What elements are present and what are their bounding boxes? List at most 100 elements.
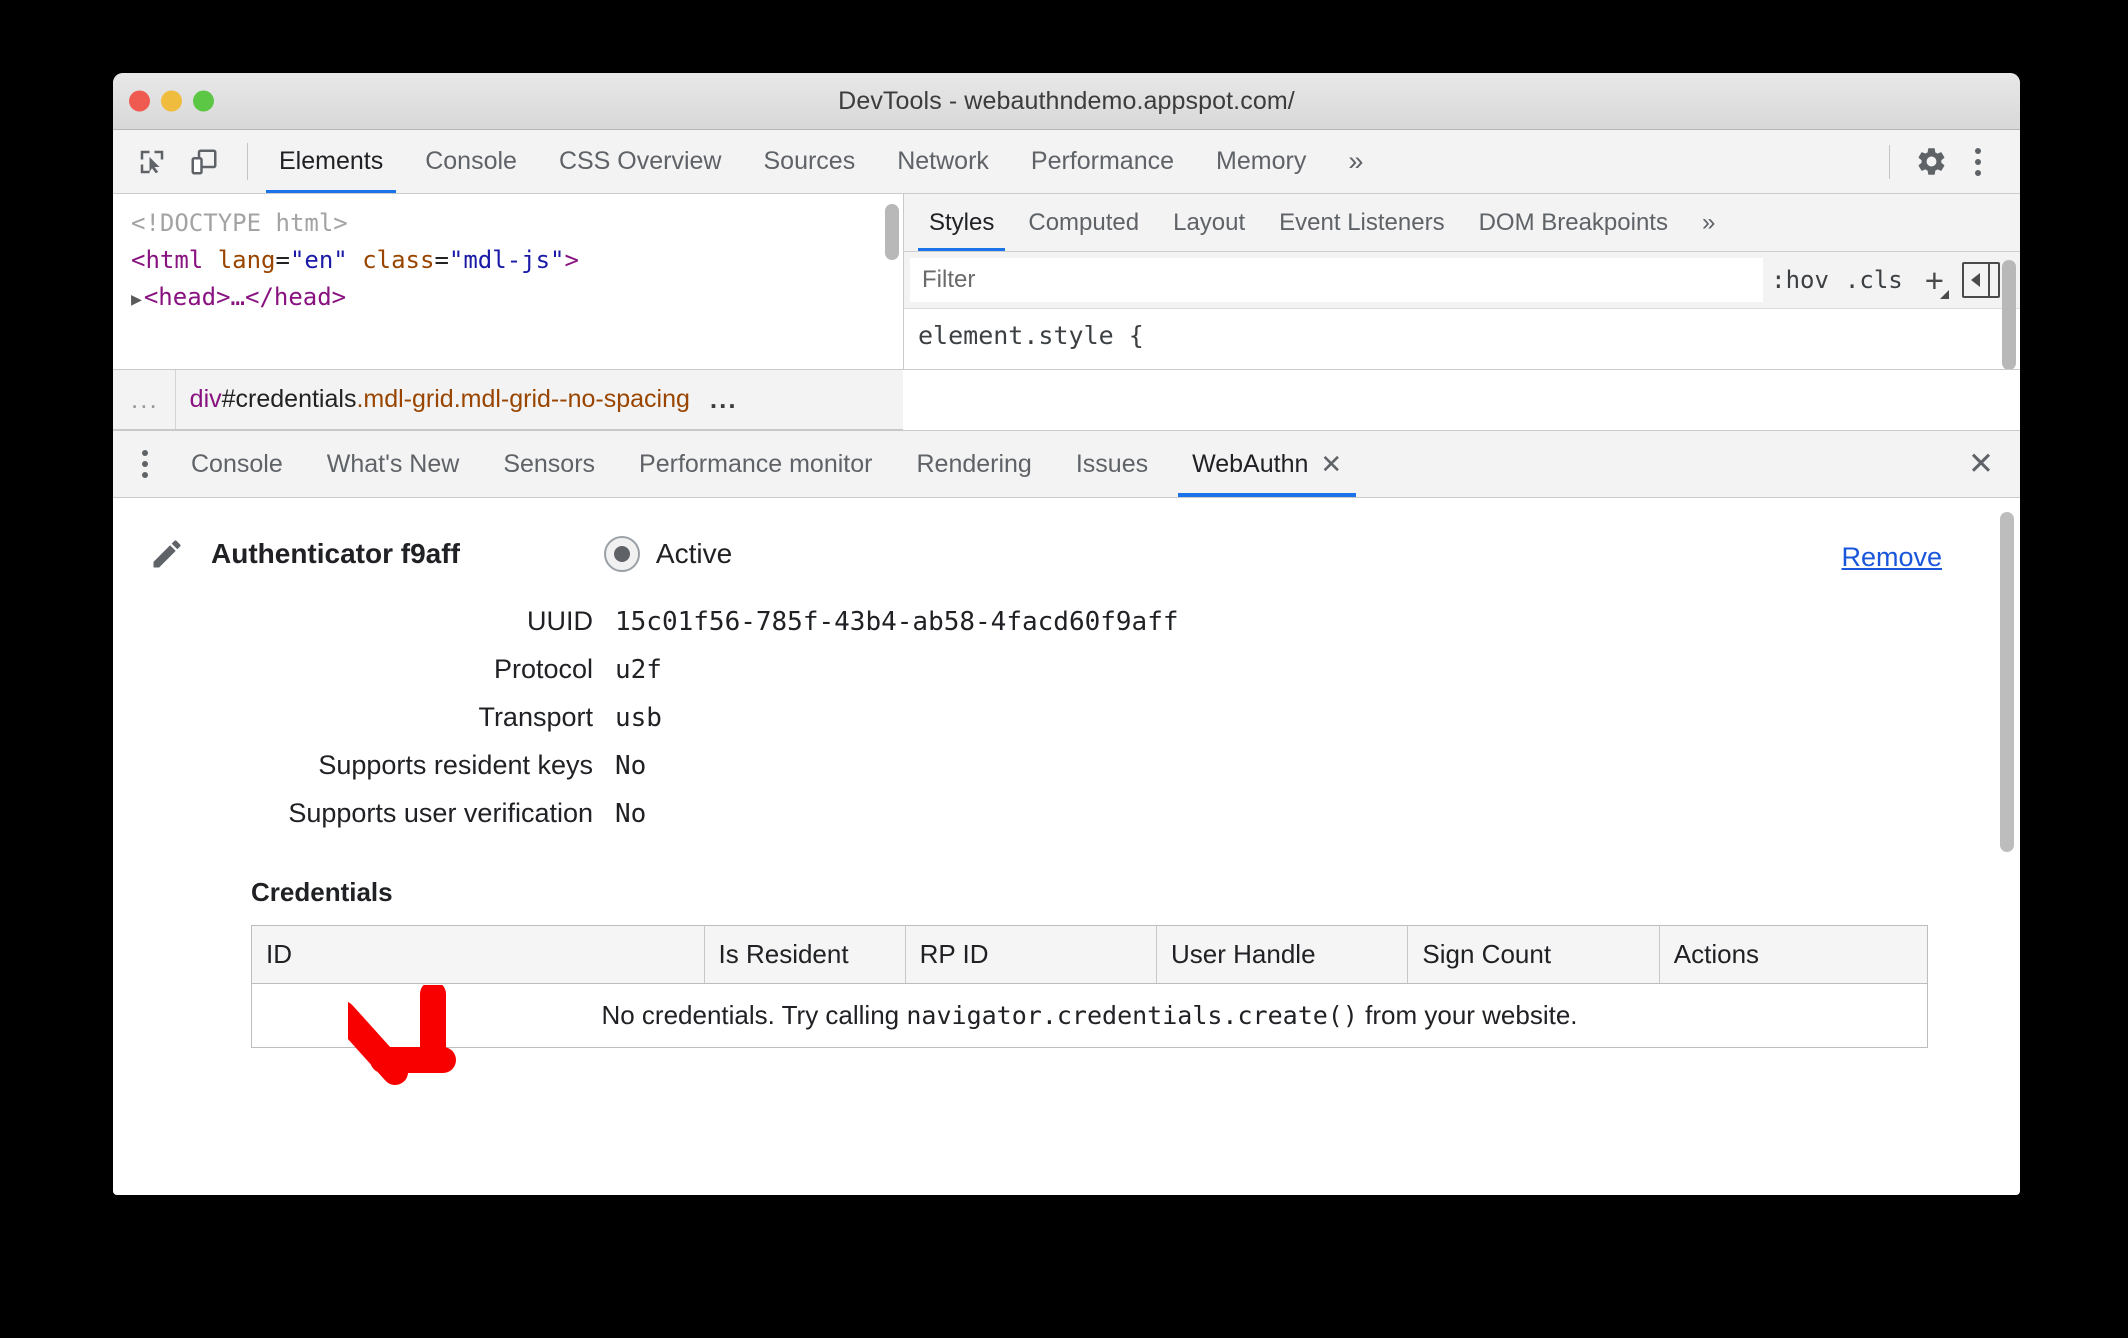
field-row-user-verification: Supports user verification No [113,798,2020,829]
tab-sources[interactable]: Sources [743,130,877,193]
drawer-tab-performance-monitor[interactable]: Performance monitor [617,431,894,497]
toggle-sidebar-icon[interactable] [1962,262,2000,298]
active-radio-group[interactable]: Active [603,536,733,572]
tab-event-listeners[interactable]: Event Listeners [1262,194,1461,251]
tab-styles[interactable]: Styles [912,194,1011,251]
html-attr-class-value: "mdl-js" [448,246,565,274]
drawer-tab-rendering-label: Rendering [916,449,1032,478]
dom-tree-pane[interactable]: <!DOCTYPE html> <html lang="en" class="m… [113,194,904,369]
empty-message-suffix: from your website. [1357,1000,1578,1030]
tab-elements[interactable]: Elements [258,130,404,193]
dom-line-head[interactable]: ▶<head>…</head> [131,283,346,311]
breadcrumb-filler [903,370,2020,430]
expand-triangle-icon[interactable]: ▶ [131,281,142,318]
element-classes-button[interactable]: .cls [1837,266,1911,294]
drawer-tab-sensors[interactable]: Sensors [481,431,617,497]
styles-more-tabs-button[interactable]: » [1685,194,1732,251]
dom-tree-scrollbar[interactable] [885,204,899,260]
tab-network-label: Network [897,147,989,175]
tab-layout[interactable]: Layout [1156,194,1262,251]
styles-scrollbar[interactable] [2002,260,2016,369]
drawer-tab-issues[interactable]: Issues [1054,431,1170,497]
tab-network[interactable]: Network [876,130,1010,193]
pencil-icon[interactable] [145,532,189,576]
main-tab-strip: Elements Console CSS Overview Sources Ne… [113,130,2020,194]
element-style-rule[interactable]: element.style { [904,309,2020,350]
column-header-rp-id[interactable]: RP ID [905,925,1158,984]
close-webauthn-tab-icon[interactable]: ✕ [1320,449,1342,480]
drawer-tab-sensors-label: Sensors [503,449,596,478]
hover-state-button[interactable]: :hov [1763,266,1837,294]
minimize-window-button[interactable] [161,90,182,112]
authenticator-header: Authenticator f9aff Active Remove [113,498,2020,576]
tab-memory-label: Memory [1216,147,1307,175]
column-header-sign-count[interactable]: Sign Count [1407,925,1660,984]
breadcrumb: ... div#credentials.mdl-grid.mdl-grid--n… [113,370,903,430]
breadcrumb-classes: .mdl-grid.mdl-grid--no-spacing [356,385,690,413]
drawer-tab-console[interactable]: Console [169,431,305,497]
tab-styles-label: Styles [929,208,995,236]
styles-filter-input[interactable] [910,258,1764,302]
field-row-transport: Transport usb [113,702,2020,733]
credentials-heading: Credentials [251,877,393,907]
breadcrumb-tag: div [189,385,222,413]
breadcrumb-id: #credentials [221,385,357,413]
dom-tree-code: <!DOCTYPE html> <html lang="en" class="m… [113,194,903,318]
maximize-window-button[interactable] [193,90,214,112]
tab-computed[interactable]: Computed [1011,194,1156,251]
dropdown-corner-icon [1940,289,1949,299]
drawer-tab-strip: Console What's New Sensors Performance m… [113,431,2020,498]
column-header-is-resident[interactable]: Is Resident [704,925,906,984]
new-style-rule-button[interactable]: + [1911,264,1954,299]
drawer-tab-whats-new-label: What's New [326,449,460,478]
breadcrumb-overflow-right[interactable]: ... [704,384,738,415]
toolbar-divider [247,143,248,180]
styles-filter-row: :hov .cls + [904,252,2020,309]
tab-layout-label: Layout [1173,208,1246,236]
tab-dom-breakpoints-label: DOM Breakpoints [1478,208,1668,236]
column-header-actions[interactable]: Actions [1659,925,1928,984]
drawer-tab-rendering[interactable]: Rendering [894,431,1053,497]
tab-dom-breakpoints[interactable]: DOM Breakpoints [1462,194,1685,251]
html-attr-class: class [362,246,435,274]
chevron-double-right-icon: » [1348,146,1364,176]
close-window-button[interactable] [129,90,150,112]
gear-icon[interactable] [1908,139,1954,185]
more-options-icon[interactable] [1954,147,2002,176]
column-header-id[interactable]: ID [251,925,705,984]
close-drawer-icon[interactable]: ✕ [1968,431,2020,497]
desktop-background: DevTools - webauthndemo.appspot.com/ Ele… [0,0,2128,1338]
field-value-protocol: u2f [615,655,662,685]
field-row-protocol: Protocol u2f [113,654,2020,685]
styles-tab-strip: Styles Computed Layout Event Listeners D… [904,194,2020,252]
tab-computed-label: Computed [1028,208,1140,236]
dom-line-html[interactable]: <html lang="en" class="mdl-js"> [131,246,579,274]
drawer-more-options-icon[interactable] [121,431,169,497]
drawer-tab-console-label: Console [191,449,283,478]
breadcrumb-item-credentials[interactable]: div#credentials.mdl-grid.mdl-grid--no-sp… [176,385,704,414]
drawer-tab-whats-new[interactable]: What's New [305,431,482,497]
device-toolbar-icon[interactable] [181,139,227,185]
column-header-user-handle[interactable]: User Handle [1156,925,1409,984]
remove-authenticator-link[interactable]: Remove [1841,542,1942,573]
field-label-protocol: Protocol [493,654,593,684]
inspector-tool-icons [123,130,237,193]
active-radio-label: Active [655,538,733,569]
tab-performance[interactable]: Performance [1010,130,1195,193]
drawer-tab-webauthn[interactable]: WebAuthn ✕ [1170,431,1364,497]
tab-css-overview[interactable]: CSS Overview [538,130,743,193]
tab-elements-label: Elements [279,147,384,175]
devtools-window: DevTools - webauthndemo.appspot.com/ Ele… [113,73,2020,1195]
inspect-element-icon[interactable] [129,139,175,185]
field-label-transport: Transport [478,702,593,732]
credentials-table-header-row: ID Is Resident RP ID User Handle Sign Co… [251,925,1928,984]
webauthn-panel: Authenticator f9aff Active Remove UUID 1… [113,498,2020,1060]
active-radio-button[interactable] [603,536,640,572]
tab-css-overview-label: CSS Overview [558,147,722,175]
more-tabs-button[interactable]: » [1327,130,1384,193]
tab-console[interactable]: Console [404,130,538,193]
tab-memory[interactable]: Memory [1195,130,1327,193]
credentials-table: ID Is Resident RP ID User Handle Sign Co… [251,925,1928,1048]
breadcrumb-overflow-left[interactable]: ... [113,384,175,415]
field-value-transport: usb [615,703,662,733]
